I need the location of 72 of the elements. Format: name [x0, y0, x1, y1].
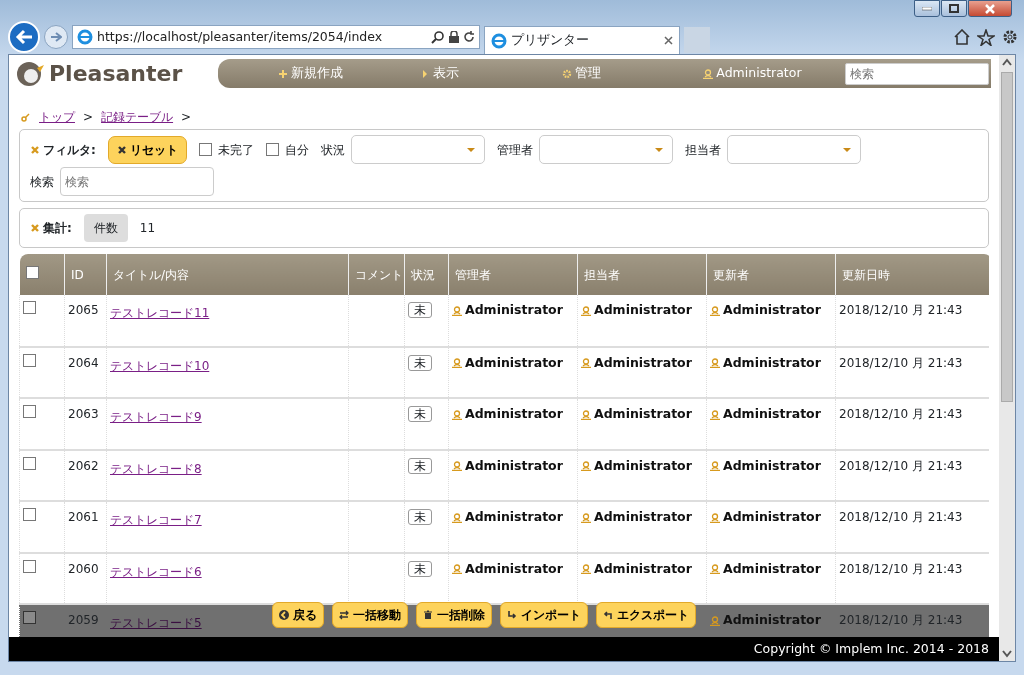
user-name: Administrator: [594, 457, 692, 473]
status-label: 未: [408, 406, 432, 422]
user-name: Administrator: [723, 612, 821, 627]
title-link[interactable]: テストレコード8: [110, 459, 202, 478]
table-cell: 2061: [68, 510, 99, 524]
table-cell: 2018/12/10 月 21:43: [839, 613, 963, 627]
checkbox-label: 未完了: [217, 141, 254, 159]
back-button[interactable]: 戻る: [272, 601, 324, 628]
user-name: Administrator: [465, 302, 563, 317]
title-link[interactable]: テストレコード9: [110, 408, 202, 426]
delete-button[interactable]: 一括削除: [416, 601, 492, 628]
status-label: 未: [408, 560, 432, 577]
field-label: 状況: [320, 141, 345, 159]
breadcrumb-link[interactable]: 記録テーブル: [101, 108, 174, 126]
breadcrumb-link[interactable]: トップ: [39, 108, 75, 126]
table-cell: 2018/12/10 月 21:43: [839, 303, 963, 317]
status-label: 未: [408, 509, 432, 525]
user-name: Administrator: [465, 509, 563, 524]
table-cell: 2018/12/10 月 21:43: [839, 561, 963, 576]
field-label: 検索: [30, 173, 54, 191]
user-name: Administrator: [723, 509, 821, 524]
address-bar[interactable]: https://localhost/pleasanter/items/2054/index: [72, 25, 480, 49]
user-name: Administrator: [465, 457, 563, 473]
title-link[interactable]: テストレコード11: [110, 304, 210, 322]
checkbox-label: 自分: [284, 141, 309, 159]
search-field[interactable]: 検索: [845, 62, 989, 85]
export-button[interactable]: エクスポート: [596, 601, 696, 628]
user-name: Administrator: [594, 560, 692, 576]
table-cell: 2060: [68, 561, 99, 576]
title-link[interactable]: テストレコード7: [110, 511, 202, 529]
user-name: Administrator: [594, 509, 692, 524]
table-cell: 2064: [68, 355, 99, 370]
user-name: Administrator: [723, 302, 821, 317]
table-cell: 2018/12/10 月 21:43: [839, 407, 963, 421]
title-link[interactable]: テストレコード10: [110, 356, 210, 375]
logo-text: Pleasanter: [49, 60, 183, 88]
status-label: 未: [408, 457, 432, 474]
field-label: 管理者: [496, 141, 533, 159]
aggregation-type[interactable]: 件数: [83, 214, 128, 242]
breadcrumb-separator: >: [83, 109, 94, 126]
browser-tab[interactable]: プリザンター: [484, 26, 680, 54]
user-name: Administrator: [723, 354, 821, 370]
table-cell: 2062: [68, 458, 99, 473]
table-cell: 2059: [68, 613, 99, 627]
table-cell: 2018/12/10 月 21:43: [839, 458, 963, 473]
filter-title: フィルタ:: [43, 141, 96, 159]
user-name: Administrator: [465, 354, 563, 370]
user-name: Administrator: [723, 560, 821, 576]
user-name: Administrator: [465, 560, 563, 576]
status-label: 未: [408, 302, 432, 318]
user-name: Administrator: [594, 354, 692, 370]
copyright-text: Copyright © Implem Inc. 2014 - 2018: [753, 639, 989, 658]
reset-button[interactable]: リセット: [107, 135, 187, 164]
move-button[interactable]: 一括移動: [332, 601, 408, 628]
status-label: 未: [408, 354, 432, 371]
user-name: Administrator: [594, 302, 692, 317]
url-text: https://localhost/pleasanter/items/2054/index: [97, 27, 384, 46]
user-name: Administrator: [723, 457, 821, 473]
import-button[interactable]: インポート: [500, 601, 588, 628]
title-link[interactable]: テストレコード6: [110, 562, 202, 581]
search-field[interactable]: 検索: [60, 167, 214, 196]
table-cell: 2018/12/10 月 21:43: [839, 355, 963, 370]
count-value: 11: [139, 220, 156, 237]
table-cell: 2018/12/10 月 21:43: [839, 510, 963, 524]
user-name: Administrator: [723, 406, 821, 421]
user-name: Administrator: [594, 406, 692, 421]
aggregation-title: 集計:: [43, 220, 72, 237]
user-name: Administrator: [465, 406, 563, 421]
table-cell: 2065: [68, 303, 99, 317]
field-label: 担当者: [684, 141, 721, 159]
breadcrumb-separator: >: [181, 109, 192, 126]
table-cell: 2063: [68, 407, 99, 421]
